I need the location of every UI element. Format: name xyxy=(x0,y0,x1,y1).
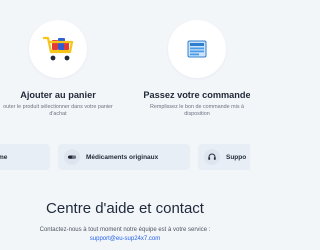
headset-icon xyxy=(204,149,220,165)
contact-text: Contactez-nous à tout moment notre équip… xyxy=(0,226,250,244)
step-place-order: Passez votre commande Remplissez le bon … xyxy=(122,0,250,119)
pills-icon xyxy=(64,149,80,165)
step-icon-circle xyxy=(168,20,226,78)
step-description: outer le produit sélectionner dans votre… xyxy=(3,104,113,118)
contact-email-link[interactable]: support@eu-sup24x7.com xyxy=(90,235,160,244)
page: Ajouter au panier outer le produit sélec… xyxy=(0,0,250,250)
feature-label: me xyxy=(0,153,8,161)
feature-card-original-medicines: Médicaments originaux xyxy=(58,144,190,170)
feature-label: Suppo xyxy=(226,153,247,161)
step-title: Ajouter au panier xyxy=(20,90,96,100)
features-row: me Médicaments originaux Suppo xyxy=(0,144,250,170)
feature-label: Médicaments originaux xyxy=(86,153,159,161)
step-title: Passez votre commande xyxy=(143,90,250,100)
feature-card: me xyxy=(0,144,50,170)
contact-description: Contactez-nous à tout moment notre équip… xyxy=(39,227,211,233)
step-description: Remplissez le bon de commande mis à disp… xyxy=(149,104,245,118)
step-add-to-cart: Ajouter au panier outer le produit sélec… xyxy=(0,0,133,119)
feature-card-support: Suppo xyxy=(198,144,250,170)
step-icon-circle xyxy=(29,20,87,78)
contact-title: Centre d'aide et contact xyxy=(46,200,204,217)
